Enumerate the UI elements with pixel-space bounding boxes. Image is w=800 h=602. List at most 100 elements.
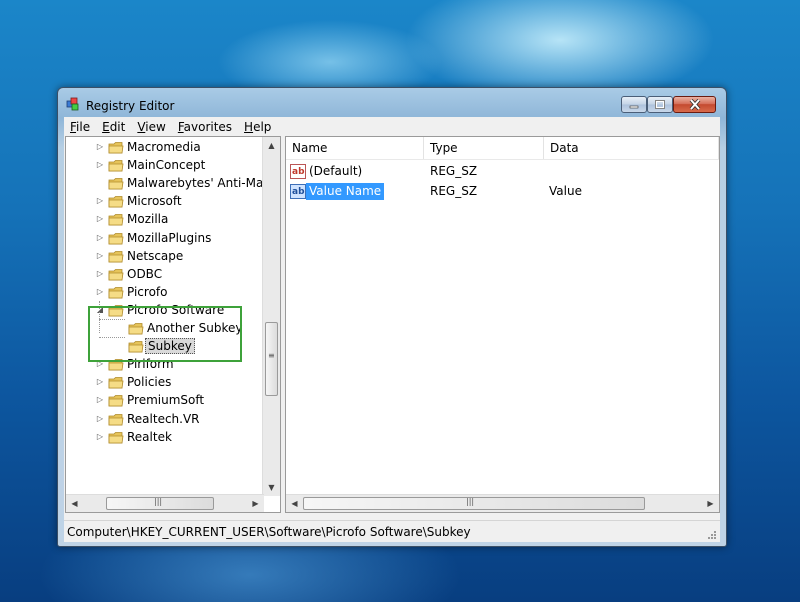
svg-text:ab: ab: [292, 187, 305, 197]
folder-icon: [108, 431, 124, 443]
value-row-value-name[interactable]: ab Value Name REG_SZ Value: [286, 182, 706, 201]
tree-item[interactable]: ▷ PremiumSoft: [66, 391, 262, 409]
tree-item[interactable]: ▷ Macromedia: [66, 138, 262, 156]
status-path: Computer\HKEY_CURRENT_USER\Software\Picr…: [67, 525, 471, 539]
expand-arrow-icon[interactable]: ▷: [95, 229, 105, 247]
tree-item-label: Realtech.VR: [127, 411, 200, 426]
grip-icon: |||: [466, 497, 475, 506]
menu-view[interactable]: View: [131, 120, 171, 134]
value-name: (Default): [309, 164, 363, 178]
grip-icon: ≡: [268, 351, 275, 360]
folder-icon: [108, 214, 124, 226]
status-bar: Computer\HKEY_CURRENT_USER\Software\Picr…: [64, 520, 720, 542]
tree-item-label: Malwarebytes' Anti-Malw: [127, 176, 277, 191]
scroll-left-arrow-icon[interactable]: ◀: [286, 495, 303, 512]
expand-arrow-icon[interactable]: ▷: [95, 247, 105, 265]
tree-vertical-scrollbar[interactable]: ▲ ≡ ▼: [262, 137, 280, 496]
scroll-left-arrow-icon[interactable]: ◀: [66, 495, 83, 512]
menu-help[interactable]: Help: [238, 120, 277, 134]
tree-item-label: MozillaPlugins: [127, 230, 212, 245]
tree-item-label: Netscape: [127, 248, 184, 263]
window-title: Registry Editor: [86, 99, 175, 113]
close-button[interactable]: [673, 96, 716, 113]
resize-grip-icon[interactable]: [706, 529, 716, 539]
folder-icon: [108, 160, 124, 172]
tree-item[interactable]: ▷ Realtech.VR: [66, 410, 262, 428]
value-type: REG_SZ: [430, 184, 478, 198]
tree-item[interactable]: ▷ ODBC: [66, 265, 262, 283]
expand-arrow-icon[interactable]: ▷: [95, 210, 105, 228]
expand-arrow-icon[interactable]: ▷: [95, 156, 105, 174]
minimize-icon: [629, 105, 639, 108]
tree-item[interactable]: ▷ MozillaPlugins: [66, 229, 262, 247]
expand-arrow-icon[interactable]: ▷: [95, 265, 105, 283]
tree-item-label: Picrofo: [127, 284, 168, 299]
tree-item-label: Microsoft: [127, 194, 182, 209]
registry-tree[interactable]: ▷ Macromedia ▷ MainConcept Malwarebytes' Ant…: [65, 136, 281, 513]
string-value-icon: ab: [290, 184, 306, 199]
expand-arrow-icon[interactable]: ▷: [95, 138, 105, 156]
folder-icon: [108, 250, 124, 262]
header-divider: [286, 159, 719, 160]
tree-item-label: Macromedia: [127, 140, 201, 154]
registry-editor-window: Registry Editor File Edit View Favorites…: [57, 87, 727, 547]
folder-icon: [108, 196, 124, 208]
maximize-icon: [655, 100, 665, 109]
scroll-right-arrow-icon[interactable]: ▶: [702, 495, 719, 512]
desktop: { "window": { "title": "Registry Editor"…: [0, 0, 800, 602]
values-list[interactable]: Name Type Data ab (Default) REG_SZ ab Va…: [285, 136, 720, 513]
tree-item-label: Policies: [127, 375, 172, 390]
expand-arrow-icon[interactable]: ▷: [95, 373, 105, 391]
tree-item-label: MainConcept: [127, 158, 206, 173]
value-data: Value: [549, 184, 582, 198]
client-area: ▷ Macromedia ▷ MainConcept Malwarebytes' Ant…: [64, 136, 720, 520]
tree-item-label: ODBC: [127, 266, 163, 281]
column-header-name[interactable]: Name: [286, 137, 424, 159]
scroll-right-arrow-icon[interactable]: ▶: [247, 495, 264, 512]
tree-item-label: Mozilla: [127, 212, 169, 227]
folder-icon: [108, 178, 124, 190]
scroll-down-arrow-icon[interactable]: ▼: [263, 479, 280, 496]
menu-file[interactable]: File: [64, 120, 96, 134]
value-type: REG_SZ: [430, 164, 478, 178]
tree-item[interactable]: ▷ Netscape: [66, 247, 262, 265]
expand-arrow-icon[interactable]: ▷: [95, 410, 105, 428]
tree-item[interactable]: ▷ Realtek: [66, 428, 262, 446]
highlight-box: [88, 306, 242, 362]
string-value-icon: ab: [290, 164, 306, 179]
title-bar[interactable]: Registry Editor: [58, 88, 726, 118]
folder-icon: [108, 377, 124, 389]
tree-item[interactable]: ▷ Mozilla: [66, 210, 262, 228]
tree-item[interactable]: Malwarebytes' Anti-Malw: [66, 174, 276, 192]
grip-icon: |||: [154, 497, 163, 506]
value-name: Value Name: [306, 183, 385, 200]
menu-edit[interactable]: Edit: [96, 120, 131, 134]
tree-item[interactable]: ▷ MainConcept: [66, 156, 262, 174]
scroll-up-arrow-icon[interactable]: ▲: [263, 137, 280, 154]
tree-item-label: Realtek: [127, 429, 172, 444]
minimize-button[interactable]: [621, 96, 647, 113]
tree-item-label: PremiumSoft: [127, 393, 205, 408]
expand-arrow-icon[interactable]: ▷: [95, 428, 105, 446]
expand-arrow-icon[interactable]: ▷: [95, 192, 105, 210]
menu-bar: File Edit View Favorites Help: [64, 117, 720, 136]
value-row-default[interactable]: ab (Default) REG_SZ: [286, 162, 706, 181]
maximize-button[interactable]: [647, 96, 673, 113]
expand-arrow-icon[interactable]: ▷: [95, 391, 105, 409]
menu-favorites[interactable]: Favorites: [172, 120, 238, 134]
folder-icon: [108, 142, 124, 154]
column-header-data[interactable]: Data: [544, 137, 719, 159]
svg-text:ab: ab: [292, 167, 305, 177]
tree-item[interactable]: ▷ Policies: [66, 373, 262, 391]
tree-item[interactable]: ▷ Microsoft: [66, 192, 262, 210]
tree-item[interactable]: ▷ Picrofo: [66, 283, 262, 301]
close-icon: [689, 99, 700, 110]
folder-icon: [108, 232, 124, 244]
expand-arrow-icon[interactable]: ▷: [95, 283, 105, 301]
column-header-type[interactable]: Type: [424, 137, 544, 159]
folder-icon: [108, 268, 124, 281]
folder-icon: [108, 395, 124, 407]
folder-icon: [108, 413, 124, 425]
list-horizontal-scrollbar[interactable]: ◀ ||| ▶: [286, 494, 719, 512]
tree-horizontal-scrollbar[interactable]: ◀ ||| ▶: [66, 494, 264, 512]
